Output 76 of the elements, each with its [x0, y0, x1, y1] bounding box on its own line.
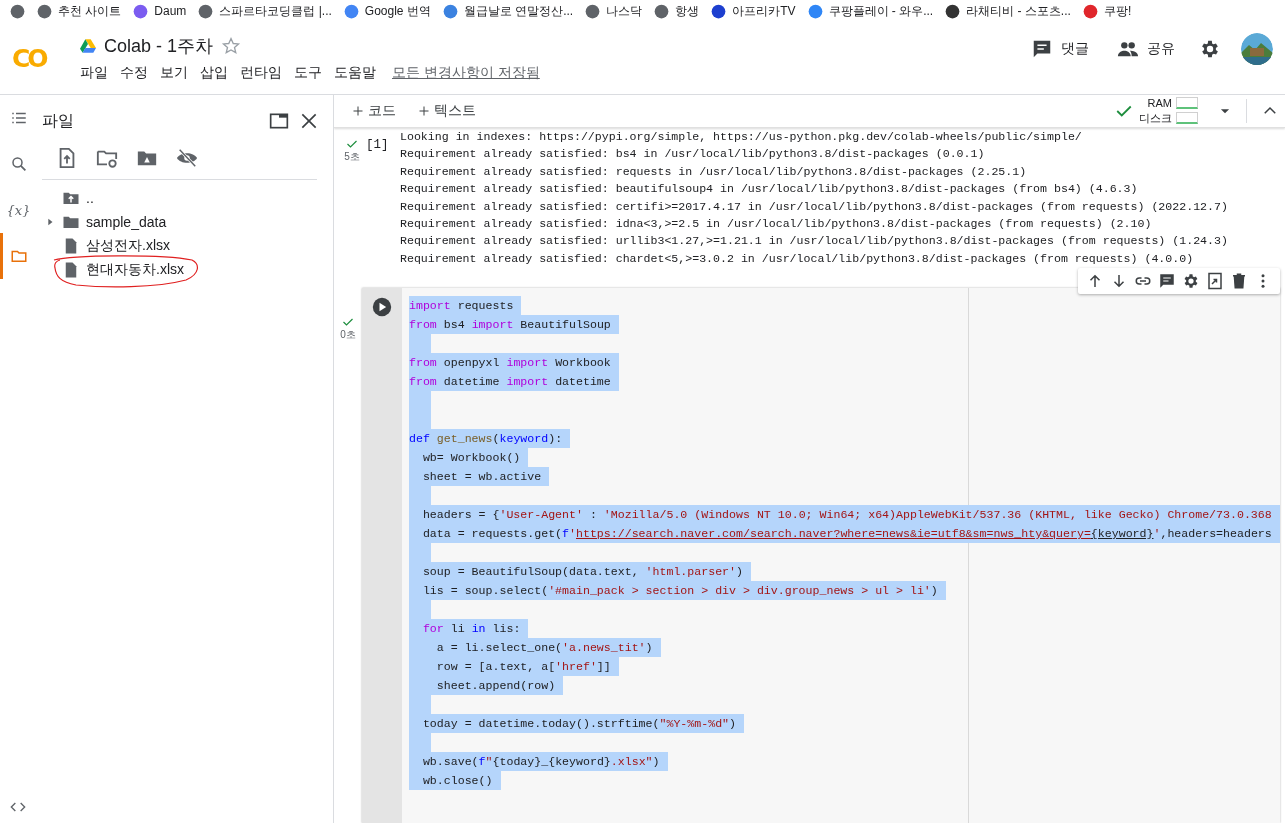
bookmark[interactable]: 쿠팡플레이 - 와우... — [803, 1, 942, 21]
hidden-eye-icon[interactable] — [176, 147, 198, 169]
comment-button[interactable]: 댓글 — [1027, 34, 1093, 64]
bookmark[interactable]: 월급날로 연말정산... — [438, 1, 582, 21]
site-icon — [343, 3, 359, 19]
check-icon — [346, 138, 358, 150]
output-line: Requirement already satisfied: requests in /usr/local/lib/python3.8/dist-packages (2.25.1) — [400, 163, 1028, 180]
comment-icon[interactable] — [1158, 272, 1176, 290]
plus-icon — [418, 105, 430, 117]
mirror-cell-icon[interactable] — [1206, 272, 1224, 290]
site-icon[interactable] — [10, 3, 25, 19]
bookmark[interactable]: Google 번역 — [339, 1, 439, 21]
resources-button[interactable]: RAM 디스크 — [1109, 95, 1204, 128]
settings-icon[interactable] — [1182, 272, 1200, 290]
save-status-link[interactable]: 모든 변경사항이 저장됨 — [392, 64, 546, 82]
output-line: Requirement already satisfied: urllib3<1.27,>=1.21.1 in /usr/local/lib/python3.8/dist-packages (from requests) (1.24.3) — [400, 233, 1228, 250]
bookmark[interactable]: 쿠팡! — [1078, 1, 1140, 21]
expand-arrow-icon[interactable] — [45, 217, 55, 227]
output-line: Looking in indexes: https://pypi.org/simple, https://us-python.pkg.dev/colab-wheels/public/simple/ — [400, 129, 1083, 145]
menu-item[interactable]: 보기 — [160, 64, 194, 82]
usage-meter — [1176, 112, 1198, 124]
star-icon[interactable] — [221, 36, 242, 56]
menu-item[interactable]: 런타임 — [240, 64, 288, 82]
menu-item[interactable]: 도구 — [294, 64, 328, 82]
panel-title: 파일 — [42, 110, 75, 131]
site-icon — [198, 3, 214, 19]
bookmark[interactable]: Daum — [129, 1, 195, 21]
usage-meter — [1176, 96, 1198, 109]
file-name[interactable]: 삼성전자.xlsx — [86, 237, 170, 255]
add-text-button[interactable]: 텍스트 — [414, 100, 480, 122]
site-icon — [945, 3, 961, 19]
output-line: Requirement already satisfied: idna<3,>=2.5 in /usr/local/lib/python3.8/dist-packages (from requests) (2.10) — [400, 216, 1153, 233]
code-cell[interactable] — [362, 288, 1280, 823]
file-name[interactable]: 현대자동차.xlsx — [86, 261, 184, 279]
file-name[interactable]: .. — [86, 190, 94, 206]
plus-icon — [352, 105, 364, 117]
check-icon — [342, 316, 354, 328]
colab-logo: CO — [12, 43, 48, 73]
avatar[interactable] — [1241, 33, 1273, 65]
output-line: Requirement already satisfied: certifi>=2017.4.17 in /usr/local/lib/python3.8/dist-packages (from requests) (2022.12.7) — [400, 198, 1228, 215]
menu-item[interactable]: 삽입 — [200, 64, 234, 82]
site-icon — [807, 3, 823, 19]
variables-tab[interactable]: {x} — [6, 202, 31, 218]
bookmark[interactable]: 스파르타코딩클럽 |... — [194, 1, 340, 21]
menu-item[interactable]: 도움말 — [334, 64, 382, 82]
trash-icon[interactable] — [1230, 272, 1248, 290]
menu-item[interactable]: 파일 — [80, 64, 114, 82]
bookmark[interactable]: 아프리카TV — [707, 1, 804, 21]
output-line: Requirement already satisfied: bs4 in /usr/local/lib/python3.8/dist-packages (0.0.1) — [400, 146, 986, 163]
search-icon[interactable] — [9, 155, 28, 173]
bookmark[interactable]: 라채티비 - 스포츠... — [941, 1, 1079, 21]
close-icon[interactable] — [299, 111, 319, 131]
execution-count: [1] — [366, 137, 390, 154]
run-time: 5초 — [344, 150, 360, 164]
site-icon — [654, 3, 670, 19]
run-button-icon[interactable] — [372, 297, 392, 317]
bookmark[interactable]: 나스닥 — [581, 1, 651, 21]
window-icon[interactable] — [269, 111, 289, 131]
output-line: Requirement already satisfied: beautifulsoup4 in /usr/local/lib/python3.8/dist-packages (from bs4) (4.6.3) — [400, 181, 1139, 198]
site-icon — [711, 3, 727, 19]
notebook-title[interactable]: Colab - 1주차 — [104, 34, 214, 58]
site-icon — [37, 3, 52, 19]
run-time: 0초 — [340, 328, 356, 342]
site-icon — [442, 3, 458, 19]
output-line: Requirement already satisfied: chardet<5,>=3.0.2 in /usr/local/lib/python3.8/dist-packages (from requests) (4.0.0) — [400, 250, 1195, 267]
file-name[interactable]: sample_data — [86, 214, 167, 230]
bookmark[interactable]: 추천 사이트 — [33, 1, 130, 21]
menu-item[interactable]: 수정 — [120, 64, 154, 82]
bookmark[interactable]: 항생 — [650, 1, 708, 21]
site-icon — [1082, 3, 1098, 19]
site-icon — [133, 3, 149, 19]
site-icon — [585, 3, 601, 19]
drive-icon — [80, 38, 96, 54]
settings-icon[interactable] — [1199, 38, 1221, 60]
share-button[interactable]: 공유 — [1113, 34, 1179, 64]
add-code-button[interactable]: 코드 — [348, 100, 400, 122]
